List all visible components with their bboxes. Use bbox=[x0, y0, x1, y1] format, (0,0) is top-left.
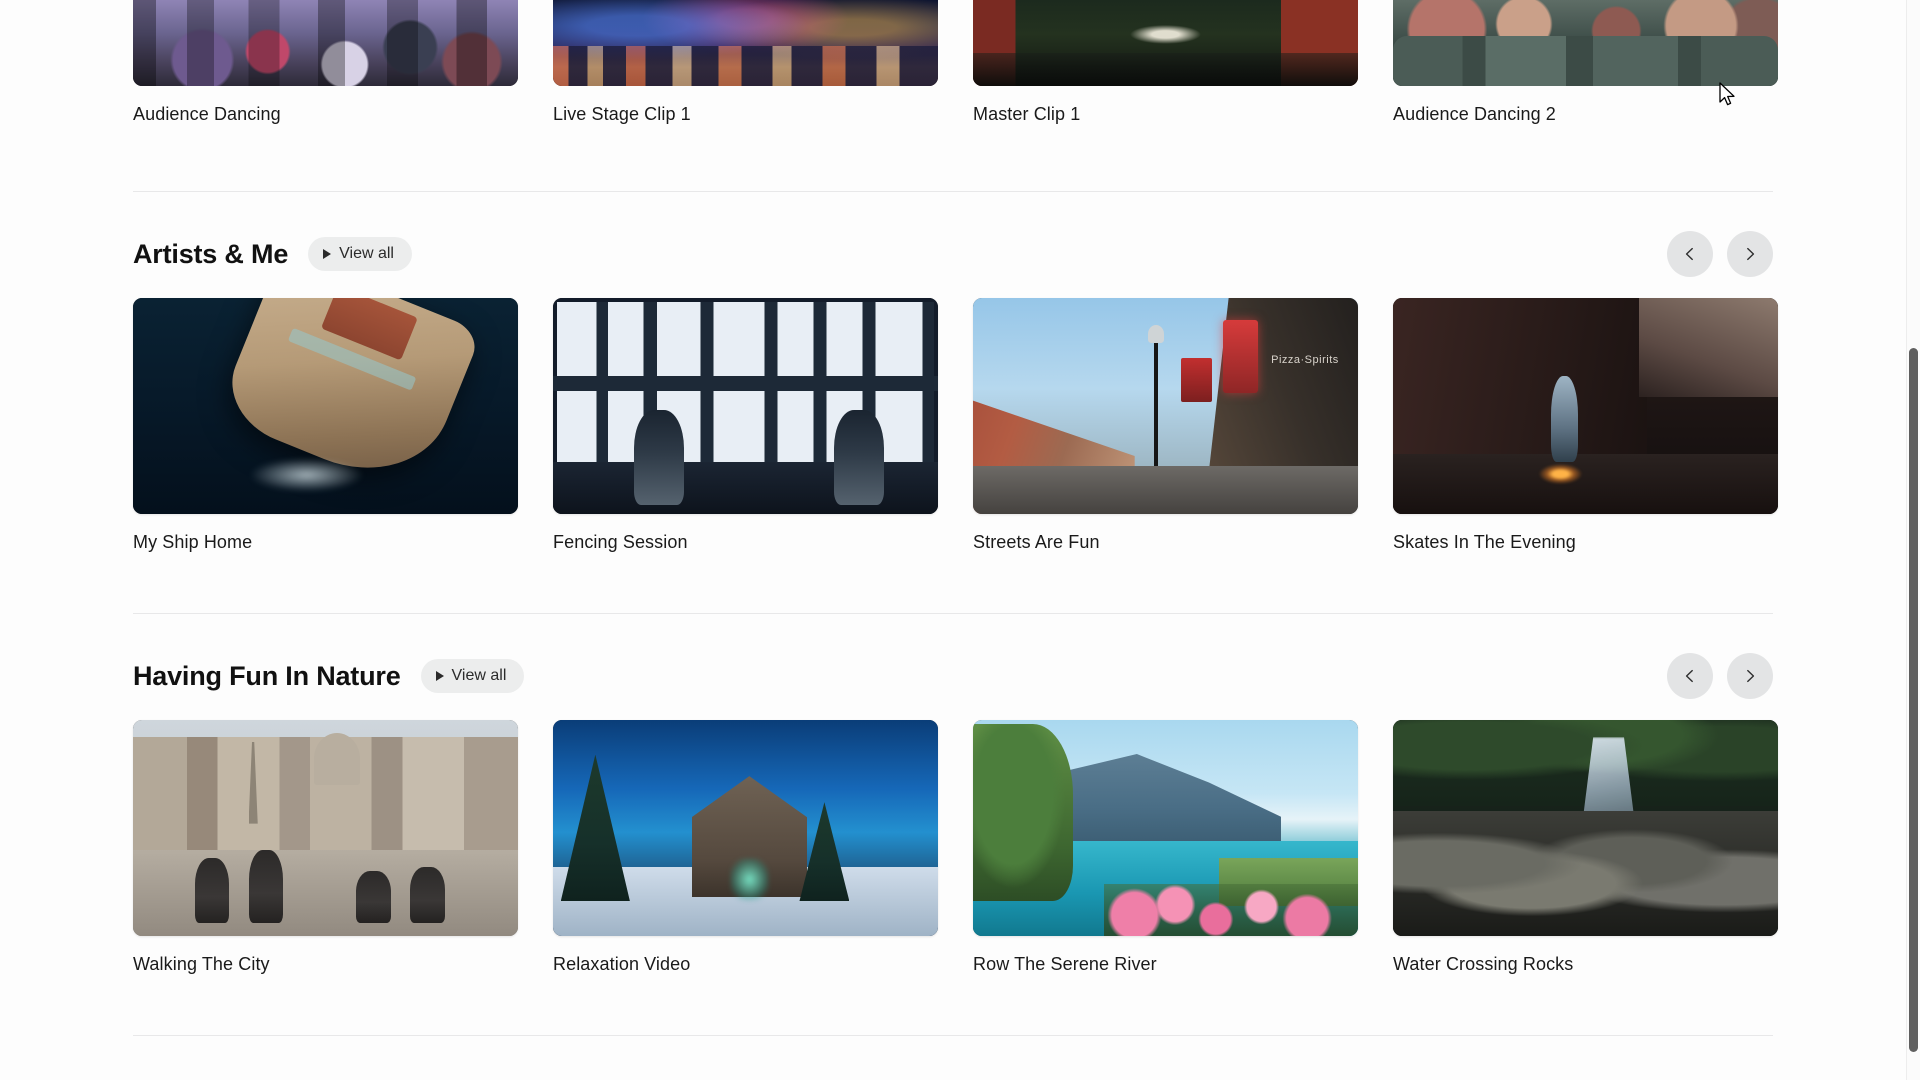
thumbnail-art-row-the-serene-river bbox=[973, 720, 1358, 936]
section-divider bbox=[133, 1035, 1773, 1036]
video-card-label: My Ship Home bbox=[133, 532, 253, 552]
section-header: Having Fun In Nature View all bbox=[133, 646, 1773, 706]
vertical-scrollbar-track[interactable] bbox=[1906, 0, 1920, 1080]
view-all-label: View all bbox=[339, 245, 394, 262]
chevron-left-icon bbox=[1681, 667, 1699, 685]
video-thumbnail[interactable] bbox=[133, 0, 518, 86]
video-card-label: Water Crossing Rocks bbox=[1393, 954, 1574, 974]
video-card-label: Audience Dancing bbox=[133, 104, 281, 124]
vertical-scrollbar-thumb[interactable] bbox=[1909, 348, 1918, 1052]
carousel-nav-having-fun-in-nature bbox=[1667, 653, 1773, 699]
video-card-label: Fencing Session bbox=[553, 532, 688, 552]
content-inner: Audience Dancing Live Stage Clip 1 Maste… bbox=[0, 0, 1906, 1036]
card-row-top: Audience Dancing Live Stage Clip 1 Maste… bbox=[133, 0, 1778, 125]
carousel-prev-button-having-fun-in-nature[interactable] bbox=[1667, 653, 1713, 699]
thumbnail-art-audience-dancing bbox=[133, 0, 518, 86]
view-all-label: View all bbox=[451, 667, 507, 684]
video-thumbnail[interactable] bbox=[553, 720, 938, 936]
carousel-next-button-artists-and-me[interactable] bbox=[1727, 231, 1773, 277]
video-card[interactable]: Pizza·Spirits Streets Are Fun bbox=[973, 298, 1358, 553]
thumbnail-art-streets-are-fun: Pizza·Spirits bbox=[973, 298, 1358, 514]
video-thumbnail[interactable] bbox=[973, 0, 1358, 86]
video-card-label: Audience Dancing 2 bbox=[1393, 104, 1556, 124]
video-card[interactable]: Water Crossing Rocks bbox=[1393, 720, 1778, 975]
thumbnail-art-my-ship-home bbox=[133, 298, 518, 514]
video-thumbnail[interactable]: Pizza·Spirits bbox=[973, 298, 1358, 514]
video-card[interactable]: Master Clip 1 bbox=[973, 0, 1358, 125]
video-card-label: Walking The City bbox=[133, 954, 270, 974]
thumbnail-art-master-clip bbox=[973, 0, 1358, 86]
thumbnail-art-walking-the-city bbox=[133, 720, 518, 936]
video-thumbnail[interactable] bbox=[553, 298, 938, 514]
section-title: Artists & Me bbox=[133, 238, 289, 269]
video-card-label: Skates In The Evening bbox=[1393, 532, 1576, 552]
thumbnail-art-relaxation-video bbox=[553, 720, 938, 936]
video-card-label: Row The Serene River bbox=[973, 954, 1157, 974]
thumbnail-art-fencing-session bbox=[553, 298, 938, 514]
play-icon bbox=[435, 671, 444, 681]
video-card-label: Live Stage Clip 1 bbox=[553, 104, 691, 124]
carousel-nav-artists-and-me bbox=[1667, 231, 1773, 277]
video-card-label: Master Clip 1 bbox=[973, 104, 1081, 124]
video-card[interactable]: Walking The City bbox=[133, 720, 518, 975]
thumbnail-art-live-stage bbox=[553, 0, 938, 86]
video-card[interactable]: Row The Serene River bbox=[973, 720, 1358, 975]
section-title: Having Fun In Nature bbox=[133, 660, 401, 691]
section-artists-and-me: Artists & Me View all My Ship Home Fenci… bbox=[0, 192, 1906, 553]
section-having-fun-in-nature: Having Fun In Nature View all Walking Th… bbox=[0, 614, 1906, 975]
video-card[interactable]: Skates In The Evening bbox=[1393, 298, 1778, 553]
video-card[interactable]: My Ship Home bbox=[133, 298, 518, 553]
video-card[interactable]: Relaxation Video bbox=[553, 720, 938, 975]
section-partial-top: Audience Dancing Live Stage Clip 1 Maste… bbox=[0, 0, 1906, 125]
video-card[interactable]: Audience Dancing bbox=[133, 0, 518, 125]
video-card[interactable]: Fencing Session bbox=[553, 298, 938, 553]
video-thumbnail[interactable] bbox=[1393, 0, 1778, 86]
carousel-prev-button-artists-and-me[interactable] bbox=[1667, 231, 1713, 277]
carousel-next-button-having-fun-in-nature[interactable] bbox=[1727, 653, 1773, 699]
video-thumbnail[interactable] bbox=[553, 0, 938, 86]
video-thumbnail[interactable] bbox=[973, 720, 1358, 936]
thumbnail-art-skates-in-the-evening bbox=[1393, 298, 1778, 514]
scroll-area: Audience Dancing Live Stage Clip 1 Maste… bbox=[0, 0, 1906, 1080]
video-thumbnail[interactable] bbox=[133, 720, 518, 936]
thumbnail-art-water-crossing-rocks bbox=[1393, 720, 1778, 936]
video-card-label: Streets Are Fun bbox=[973, 532, 1100, 552]
street-sign-text: Pizza·Spirits bbox=[1271, 354, 1339, 367]
chevron-right-icon bbox=[1741, 245, 1759, 263]
section-header: Artists & Me View all bbox=[133, 224, 1773, 284]
view-all-button-artists-and-me[interactable]: View all bbox=[308, 237, 412, 271]
video-thumbnail[interactable] bbox=[1393, 720, 1778, 936]
play-icon bbox=[323, 249, 332, 259]
video-thumbnail[interactable] bbox=[1393, 298, 1778, 514]
card-row-artists-and-me: My Ship Home Fencing Session Pizza·Spiri… bbox=[133, 284, 1778, 553]
video-thumbnail[interactable] bbox=[133, 298, 518, 514]
video-card[interactable]: Audience Dancing 2 bbox=[1393, 0, 1778, 125]
chevron-right-icon bbox=[1741, 667, 1759, 685]
video-card-label: Relaxation Video bbox=[553, 954, 691, 974]
chevron-left-icon bbox=[1681, 245, 1699, 263]
thumbnail-art-audience-dancing-2 bbox=[1393, 0, 1778, 86]
card-row-having-fun-in-nature: Walking The City Relaxation Video Row Th… bbox=[133, 706, 1778, 975]
view-all-button-having-fun-in-nature[interactable]: View all bbox=[420, 659, 525, 693]
video-card[interactable]: Live Stage Clip 1 bbox=[553, 0, 938, 125]
video-library-page: Audience Dancing Live Stage Clip 1 Maste… bbox=[0, 0, 1920, 1080]
